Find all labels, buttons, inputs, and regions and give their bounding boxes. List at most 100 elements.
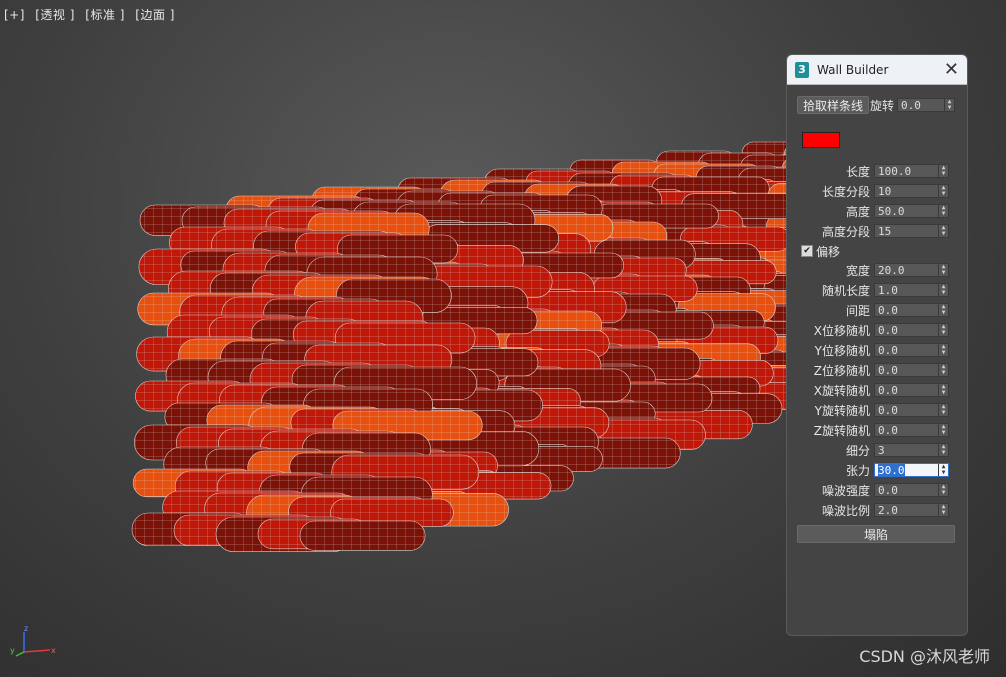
param-row: 长度 100.0 ▲ ▼ [787,163,967,179]
param-label: 间距 [845,303,870,318]
spinner-arrows-icon[interactable]: ▲ ▼ [938,424,948,436]
param-spinner[interactable]: 0.0 ▲ ▼ [874,483,949,497]
offset-checkbox[interactable]: ✔ [801,245,813,257]
param-label: 噪波强度 [821,483,870,498]
param-label: X位移随机 [813,323,870,338]
brick-wall-mesh[interactable] [131,141,877,552]
pick-spline-button[interactable]: 拾取样条线 [797,96,869,114]
param-value[interactable]: 50.0 [875,205,938,218]
param-value[interactable]: 3 [875,444,938,457]
viewport-perspective-menu[interactable]: [透视 ] [35,8,75,22]
param-spinner[interactable]: 0.0 ▲ ▼ [874,383,949,397]
param-label: 细分 [845,443,870,458]
param-value[interactable]: 30.0 [875,463,938,477]
rotation-value[interactable]: 0.0 [898,99,944,112]
param-spinner[interactable]: 3 ▲ ▼ [874,443,949,457]
param-value[interactable]: 0.0 [875,324,938,337]
viewport-menu: [+] [透视 ] [标准 ] [边面 ] [4,6,181,23]
param-spinner[interactable]: 0.0 ▲ ▼ [874,403,949,417]
param-label: 随机长度 [821,283,870,298]
axis-gizmo-icon: z x y [10,624,56,657]
param-spinner[interactable]: 15 ▲ ▼ [874,224,949,238]
param-row: Z位移随机 0.0 ▲ ▼ [787,362,967,378]
param-value[interactable]: 2.0 [875,504,938,517]
param-value[interactable]: 20.0 [875,264,938,277]
param-label: X旋转随机 [813,383,870,398]
dialog-titlebar[interactable]: 3 Wall Builder ✕ [787,55,967,85]
param-value[interactable]: 1.0 [875,284,938,297]
offset-checkbox-row[interactable]: ✔ 偏移 [801,243,840,259]
spinner-arrows-icon[interactable]: ▲ ▼ [938,165,948,177]
close-icon[interactable]: ✕ [944,60,959,79]
param-row: 高度分段 15 ▲ ▼ [787,223,967,239]
param-label: Z位移随机 [813,363,870,378]
param-row: 间距 0.0 ▲ ▼ [787,302,967,318]
wall-builder-dialog: 3 Wall Builder ✕ 拾取样条线 旋转 0.0 ▲ ▼ 长度 100.0… [786,54,968,636]
stone-wireframe [300,521,426,551]
param-spinner[interactable]: 20.0 ▲ ▼ [874,263,949,277]
viewport-standard-menu[interactable]: [标准 ] [85,8,125,22]
param-row: Y位移随机 0.0 ▲ ▼ [787,342,967,358]
param-value[interactable]: 0.0 [875,364,938,377]
spinner-arrows-icon[interactable]: ▲ ▼ [938,324,948,336]
param-row: 噪波强度 0.0 ▲ ▼ [787,482,967,498]
offset-label: 偏移 [816,244,841,259]
param-label: Y旋转随机 [814,403,870,418]
param-value-selected[interactable]: 30.0 [878,463,905,477]
spinner-arrows-icon[interactable]: ▲ ▼ [938,364,948,376]
param-spinner[interactable]: 1.0 ▲ ▼ [874,283,949,297]
axis-z-label: z [24,624,28,633]
rotation-spinner[interactable]: 0.0 ▲ ▼ [897,98,956,112]
color-swatch[interactable] [802,132,840,148]
param-row: 高度 50.0 ▲ ▼ [787,203,967,219]
spinner-arrows-icon[interactable]: ▲ ▼ [944,99,954,111]
param-label: 噪波比例 [821,503,870,518]
param-value[interactable]: 0.0 [875,484,938,497]
spinner-arrows-icon[interactable]: ▲ ▼ [938,464,948,476]
viewport-plus-menu[interactable]: [+] [4,8,25,22]
viewport-edged-faces-menu[interactable]: [边面 ] [135,8,175,22]
param-value[interactable]: 15 [875,225,938,238]
param-spinner[interactable]: 50.0 ▲ ▼ [874,204,949,218]
param-row: 细分 3 ▲ ▼ [787,442,967,458]
spinner-arrows-icon[interactable]: ▲ ▼ [938,185,948,197]
spinner-arrows-icon[interactable]: ▲ ▼ [938,444,948,456]
param-value[interactable]: 0.0 [875,304,938,317]
param-row: 宽度 20.0 ▲ ▼ [787,262,967,278]
param-value[interactable]: 0.0 [875,384,938,397]
pick-spline-row: 拾取样条线 旋转 0.0 ▲ ▼ [797,95,957,115]
param-value[interactable]: 0.0 [875,424,938,437]
param-row: Z旋转随机 0.0 ▲ ▼ [787,422,967,438]
param-spinner[interactable]: 0.0 ▲ ▼ [874,343,949,357]
spinner-arrows-icon[interactable]: ▲ ▼ [938,225,948,237]
param-spinner[interactable]: 0.0 ▲ ▼ [874,363,949,377]
spinner-arrows-icon[interactable]: ▲ ▼ [938,404,948,416]
spinner-arrows-icon[interactable]: ▲ ▼ [938,344,948,356]
param-spinner[interactable]: 2.0 ▲ ▼ [874,503,949,517]
param-value[interactable]: 0.0 [875,344,938,357]
spinner-arrows-icon[interactable]: ▲ ▼ [938,205,948,217]
watermark-text: CSDN @沐风老师 [859,647,990,666]
param-spinner[interactable]: 10 ▲ ▼ [874,184,949,198]
param-spinner[interactable]: 0.0 ▲ ▼ [874,323,949,337]
spinner-arrows-icon[interactable]: ▲ ▼ [938,484,948,496]
spinner-arrows-icon[interactable]: ▲ ▼ [938,384,948,396]
app-logo-icon: 3 [795,61,809,78]
param-value[interactable]: 10 [875,185,938,198]
param-label: 高度 [845,204,870,219]
param-row: Y旋转随机 0.0 ▲ ▼ [787,402,967,418]
param-label: Z旋转随机 [813,423,870,438]
spinner-arrows-icon[interactable]: ▲ ▼ [938,264,948,276]
spinner-arrows-icon[interactable]: ▲ ▼ [938,304,948,316]
collapse-button[interactable]: 塌陷 [797,525,955,543]
param-value[interactable]: 0.0 [875,404,938,417]
spinner-arrows-icon[interactable]: ▲ ▼ [938,284,948,296]
param-spinner[interactable]: 0.0 ▲ ▼ [874,423,949,437]
param-label: 高度分段 [821,224,870,239]
param-spinner[interactable]: 30.0 ▲ ▼ [874,463,949,477]
param-row: 长度分段 10 ▲ ▼ [787,183,967,199]
param-spinner[interactable]: 100.0 ▲ ▼ [874,164,949,178]
param-value[interactable]: 100.0 [875,165,938,178]
param-spinner[interactable]: 0.0 ▲ ▼ [874,303,949,317]
spinner-arrows-icon[interactable]: ▲ ▼ [938,504,948,516]
